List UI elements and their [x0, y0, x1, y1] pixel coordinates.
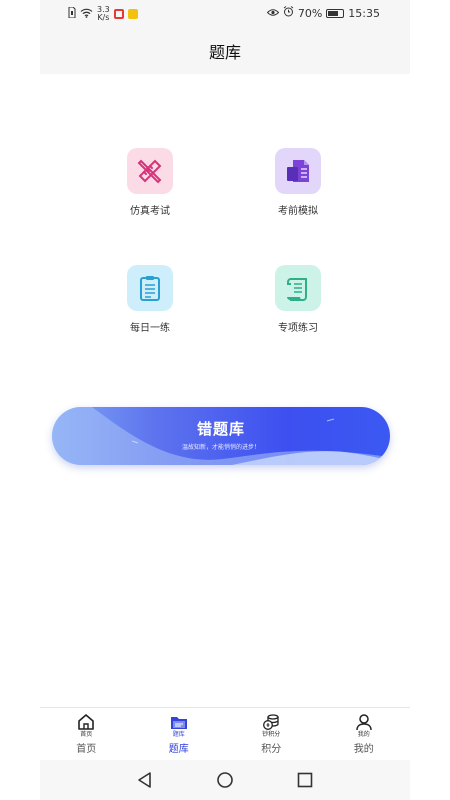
tab-label: 我的 — [353, 744, 374, 755]
banner-subtitle: 温故知新，才能悄悄的进步！ — [181, 444, 260, 451]
scroll-icon — [287, 278, 307, 301]
tile-daily-practice — [127, 265, 173, 311]
wrong-questions-banner[interactable]: 错题库 温故知新，才能悄悄的进步！ — [52, 407, 390, 465]
status-left: 3.3 K/s — [68, 6, 138, 22]
system-navigation-bar — [40, 760, 410, 800]
tab-mine[interactable]: 我的 我的 — [318, 708, 411, 759]
tab-small-label: 首页 — [80, 731, 93, 738]
eye-icon — [266, 7, 280, 20]
battery-percent: 70% — [297, 6, 323, 20]
page-title: 题库 — [208, 43, 241, 62]
tab-points[interactable]: 钞积分 积分 — [225, 708, 318, 759]
grid-label: 每日一练 — [130, 323, 170, 334]
battery-icon — [326, 8, 345, 18]
status-bar: 3.3 K/s 70% 15:35 — [40, 0, 410, 28]
sim-icon — [68, 6, 76, 21]
documents-icon — [287, 160, 309, 182]
home-icon — [78, 714, 95, 730]
clock-time: 15:35 — [348, 6, 380, 20]
pencil-ruler-icon — [137, 159, 162, 184]
bottom-tab-bar: 首页 首页 题库 题库 钞积分 积分 我的 我的 — [40, 707, 410, 759]
status-right: 70% 15:35 — [266, 6, 380, 20]
alarm-icon — [283, 6, 294, 20]
grid-item-daily-practice[interactable]: 每日一练 — [100, 265, 200, 334]
grid-item-special-practice[interactable]: 专项练习 — [248, 265, 348, 334]
tab-label: 首页 — [76, 744, 97, 755]
app-window: 3.3 K/s 70% 15:35 题库 仿真考试 考前模拟 每日一练 专项练习… — [40, 0, 410, 800]
folder-icon — [170, 717, 187, 729]
network-speed: 3.3 K/s — [97, 6, 110, 22]
back-icon[interactable] — [136, 771, 154, 789]
tile-pre-exam-mock — [275, 148, 321, 194]
recent-apps-icon[interactable] — [296, 771, 314, 789]
grid-item-simulated-exam[interactable]: 仿真考试 — [100, 148, 200, 217]
screen: 3.3 K/s 70% 15:35 题库 仿真考试 考前模拟 每日一练 专项练习… — [0, 0, 450, 800]
tile-simulated-exam — [127, 148, 173, 194]
tile-special-practice — [275, 265, 321, 311]
header: 题库 — [40, 28, 410, 74]
tab-label: 积分 — [261, 744, 282, 755]
tab-small-label: 题库 — [172, 731, 185, 738]
clipboard-icon — [140, 276, 160, 301]
tab-label: 题库 — [168, 744, 189, 755]
app-notification-icon — [113, 9, 124, 19]
message-notification-icon — [127, 9, 138, 19]
tab-home[interactable]: 首页 首页 — [40, 708, 133, 759]
grid-item-pre-exam-mock[interactable]: 考前模拟 — [248, 148, 348, 217]
banner-title: 错题库 — [196, 420, 245, 438]
grid-label: 专项练习 — [278, 323, 318, 334]
coins-icon — [263, 714, 279, 730]
tab-small-label: 钞积分 — [262, 731, 281, 738]
user-icon — [356, 714, 372, 731]
grid-label: 考前模拟 — [278, 206, 318, 217]
net-speed-unit: K/s — [97, 13, 110, 22]
wifi-icon — [80, 8, 93, 21]
grid-label: 仿真考试 — [130, 206, 170, 217]
tab-question-bank[interactable]: 题库 题库 — [133, 708, 226, 759]
home-circle-icon[interactable] — [216, 771, 234, 789]
tab-small-label: 我的 — [357, 731, 370, 738]
